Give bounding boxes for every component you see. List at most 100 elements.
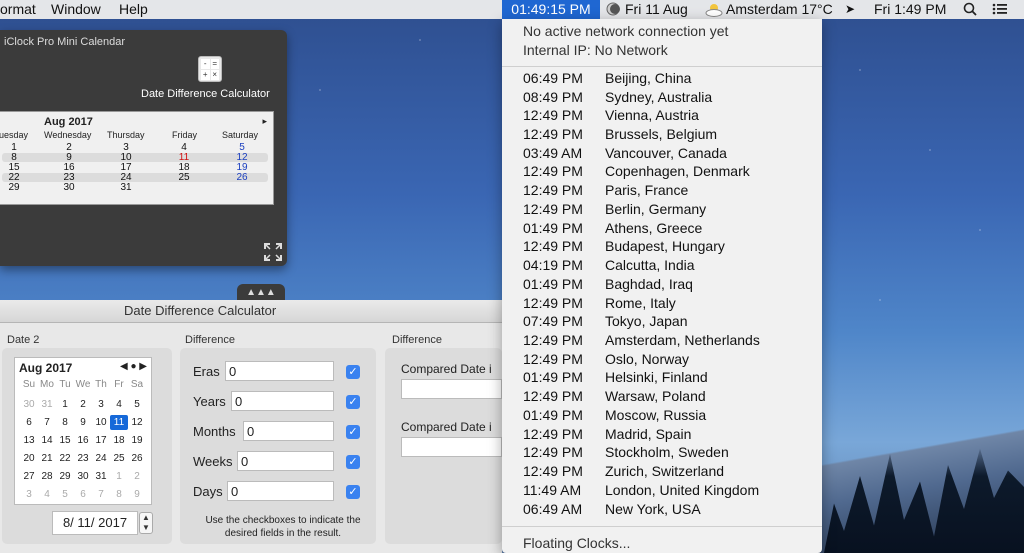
city-clock-item[interactable]: 12:49 PM Paris, France (502, 182, 822, 201)
compared-date-field[interactable] (401, 437, 502, 457)
picker-day[interactable]: 1 (56, 399, 74, 410)
picker-day[interactable]: 5 (128, 399, 146, 410)
picker-day[interactable]: 24 (92, 453, 110, 464)
city-clock-item[interactable]: 08:49 PM Sydney, Australia (502, 89, 822, 108)
next-month-button[interactable]: ▸ (262, 116, 267, 127)
picker-day[interactable]: 23 (74, 453, 92, 464)
calendar-day[interactable]: 1 (2, 143, 26, 153)
calendar-day[interactable]: 15 (2, 163, 26, 173)
eras-checkbox[interactable]: ✓ (346, 365, 360, 379)
city-clock-item[interactable]: 12:49 PM Madrid, Spain (502, 426, 822, 445)
city-clock-item[interactable]: 12:49 PM Brussels, Belgium (502, 126, 822, 145)
city-clock-item[interactable]: 12:49 PM Budapest, Hungary (502, 238, 822, 257)
city-clock-item[interactable]: 01:49 PM Baghdad, Iraq (502, 276, 822, 295)
picker-day[interactable]: 2 (128, 471, 146, 482)
calendar-day[interactable]: 24 (114, 173, 138, 183)
picker-day[interactable]: 18 (110, 435, 128, 446)
menu-weather[interactable]: Amsterdam 17°C (726, 0, 833, 18)
menu-format[interactable]: ormat (0, 0, 36, 18)
floating-clocks-menu-item[interactable]: Floating Clocks... (523, 535, 630, 551)
days-checkbox[interactable]: ✓ (346, 485, 360, 499)
calendar-day[interactable]: 30 (57, 183, 81, 193)
date-diff-calculator-link[interactable]: Date Difference Calculator (141, 88, 270, 100)
picker-day[interactable]: 29 (56, 471, 74, 482)
city-clock-item[interactable]: 12:49 PM Copenhagen, Denmark (502, 163, 822, 182)
city-clock-item[interactable]: 12:49 PM Stockholm, Sweden (502, 444, 822, 463)
city-clock-item[interactable]: 01:49 PM Moscow, Russia (502, 407, 822, 426)
calendar-day[interactable]: 12 (230, 153, 254, 163)
picker-day[interactable]: 30 (20, 399, 38, 410)
picker-day[interactable]: 9 (128, 489, 146, 500)
calendar-day[interactable]: 29 (2, 183, 26, 193)
calendar-day[interactable]: 17 (114, 163, 138, 173)
picker-day[interactable]: 8 (56, 417, 74, 428)
calendar-day[interactable]: 23 (57, 173, 81, 183)
picker-day[interactable]: 7 (38, 417, 56, 428)
calendar-day[interactable]: 9 (57, 153, 81, 163)
years-input[interactable]: 0 (231, 391, 334, 411)
city-clock-item[interactable]: 12:49 PM Zurich, Switzerland (502, 463, 822, 482)
picker-day[interactable]: 27 (20, 471, 38, 482)
picker-day[interactable]: 7 (92, 489, 110, 500)
calendar-day[interactable]: 31 (114, 183, 138, 193)
picker-day[interactable]: 4 (110, 399, 128, 410)
city-clock-item[interactable]: 12:49 PM Amsterdam, Netherlands (502, 332, 822, 351)
calendar-day[interactable]: 2 (57, 143, 81, 153)
date-input[interactable]: 8/ 11/ 2017 (52, 511, 138, 535)
calendar-day[interactable]: 4 (172, 143, 196, 153)
months-input[interactable]: 0 (243, 421, 334, 441)
weeks-input[interactable]: 0 (237, 451, 334, 471)
picker-day[interactable]: 3 (92, 399, 110, 410)
city-clock-item[interactable]: 06:49 PM Beijing, China (502, 70, 822, 89)
expand-icon[interactable] (264, 243, 282, 261)
weeks-checkbox[interactable]: ✓ (346, 455, 360, 469)
picker-day[interactable]: 30 (74, 471, 92, 482)
arrow-cursor-icon[interactable]: ➤ (845, 0, 855, 18)
city-clock-item[interactable]: 12:49 PM Warsaw, Poland (502, 388, 822, 407)
calendar-day[interactable]: 8 (2, 153, 26, 163)
picker-day[interactable]: 9 (74, 417, 92, 428)
compared-date-field[interactable] (401, 379, 502, 399)
picker-day[interactable]: 28 (38, 471, 56, 482)
calendar-day-today[interactable]: 11 (172, 153, 196, 163)
picker-day[interactable]: 5 (56, 489, 74, 500)
picker-day[interactable]: 12 (128, 417, 146, 428)
picker-day[interactable]: 3 (20, 489, 38, 500)
picker-day[interactable]: 13 (20, 435, 38, 446)
city-clock-item[interactable]: 12:49 PM Vienna, Austria (502, 107, 822, 126)
calendar-day[interactable]: 26 (230, 173, 254, 183)
calculator-icon[interactable]: - = + × (198, 56, 222, 82)
picker-day[interactable]: 31 (38, 399, 56, 410)
menu-window[interactable]: Window (51, 0, 101, 18)
calendar-day[interactable]: 19 (230, 163, 254, 173)
months-checkbox[interactable]: ✓ (346, 425, 360, 439)
calendar-day[interactable]: 5 (230, 143, 254, 153)
eras-input[interactable]: 0 (225, 361, 334, 381)
picker-day-selected[interactable]: 11 (110, 415, 128, 430)
picker-day[interactable]: 15 (56, 435, 74, 446)
city-clock-item[interactable]: 01:49 PM Athens, Greece (502, 220, 822, 239)
calendar-day[interactable]: 10 (114, 153, 138, 163)
city-clock-item[interactable]: 12:49 PM Berlin, Germany (502, 201, 822, 220)
picker-day[interactable]: 19 (128, 435, 146, 446)
calendar-day[interactable]: 16 (57, 163, 81, 173)
picker-day[interactable]: 31 (92, 471, 110, 482)
clock-time-menu[interactable]: 01:49:15 PM (502, 0, 600, 19)
calendar-day[interactable]: 22 (2, 173, 26, 183)
picker-day[interactable]: 4 (38, 489, 56, 500)
list-icon[interactable] (992, 0, 1008, 20)
picker-day[interactable]: 1 (110, 471, 128, 482)
city-clock-item[interactable]: 11:49 AM London, United Kingdom (502, 482, 822, 501)
city-clock-item[interactable]: 12:49 PM Oslo, Norway (502, 351, 822, 370)
picker-day[interactable]: 2 (74, 399, 92, 410)
search-icon[interactable] (963, 0, 977, 20)
picker-day[interactable]: 10 (92, 417, 110, 428)
picker-day[interactable]: 6 (74, 489, 92, 500)
picker-day[interactable]: 26 (128, 453, 146, 464)
city-clock-item[interactable]: 03:49 AM Vancouver, Canada (502, 145, 822, 164)
picker-day[interactable]: 21 (38, 453, 56, 464)
picker-day[interactable]: 17 (92, 435, 110, 446)
city-clock-item[interactable]: 01:49 PM Helsinki, Finland (502, 369, 822, 388)
picker-day[interactable]: 25 (110, 453, 128, 464)
date-stepper[interactable]: ▲ ▼ (139, 512, 153, 534)
